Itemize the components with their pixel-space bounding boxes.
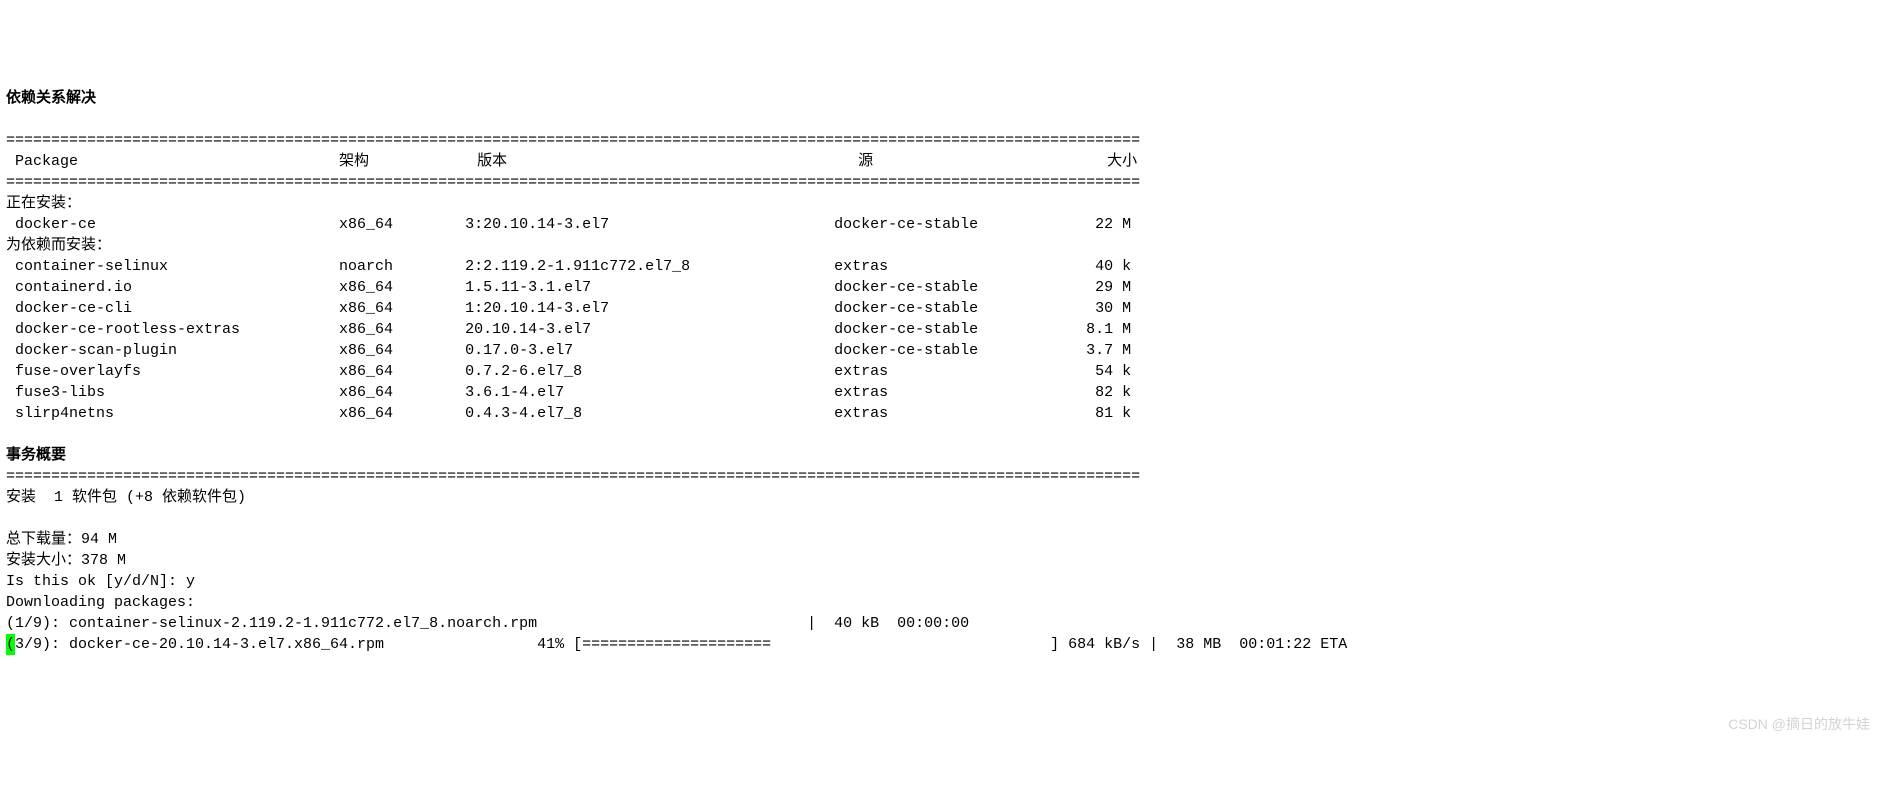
cursor-icon: ( (6, 634, 15, 655)
package-row: container-selinux noarch 2:2.119.2-1.911… (6, 258, 1131, 275)
package-row: docker-ce-rootless-extras x86_64 20.10.1… (6, 321, 1131, 338)
package-row: docker-scan-plugin x86_64 0.17.0-3.el7 d… (6, 342, 1131, 359)
package-row: docker-ce-cli x86_64 1:20.10.14-3.el7 do… (6, 300, 1131, 317)
section-installing-deps: 为依赖而安装： (6, 237, 111, 254)
total-download: 总下载量：94 M (6, 531, 117, 548)
rule: ========================================… (6, 468, 1140, 485)
transaction-summary: 事务概要 (6, 447, 66, 464)
section-installing: 正在安装： (6, 195, 81, 212)
installed-size: 安装大小：378 M (6, 552, 126, 569)
downloading-packages: Downloading packages: (6, 594, 195, 611)
download-progress-line: (3/9): docker-ce-20.10.14-3.el7.x86_64.r… (6, 636, 1347, 653)
confirm-prompt[interactable]: Is this ok [y/d/N]: y (6, 573, 195, 590)
package-row: containerd.io x86_64 1.5.11-3.1.el7 dock… (6, 279, 1131, 296)
table-header: Package 架构 版本 源 大小 (6, 153, 1137, 170)
package-row: fuse3-libs x86_64 3.6.1-4.el7 extras 82 … (6, 384, 1131, 401)
package-row: docker-ce x86_64 3:20.10.14-3.el7 docker… (6, 216, 1131, 233)
package-row: fuse-overlayfs x86_64 0.7.2-6.el7_8 extr… (6, 363, 1131, 380)
watermark: CSDN @摘日的放牛娃 (1728, 715, 1870, 735)
terminal-output: 依赖关系解决 =================================… (6, 88, 1874, 655)
rule: ========================================… (6, 132, 1140, 149)
rule: ========================================… (6, 174, 1140, 191)
download-done-line: (1/9): container-selinux-2.119.2-1.911c7… (6, 615, 969, 632)
package-row: slirp4netns x86_64 0.4.3-4.el7_8 extras … (6, 405, 1131, 422)
install-summary: 安装 1 软件包 (+8 依赖软件包) (6, 489, 246, 506)
resolving-deps: 依赖关系解决 (6, 90, 96, 107)
